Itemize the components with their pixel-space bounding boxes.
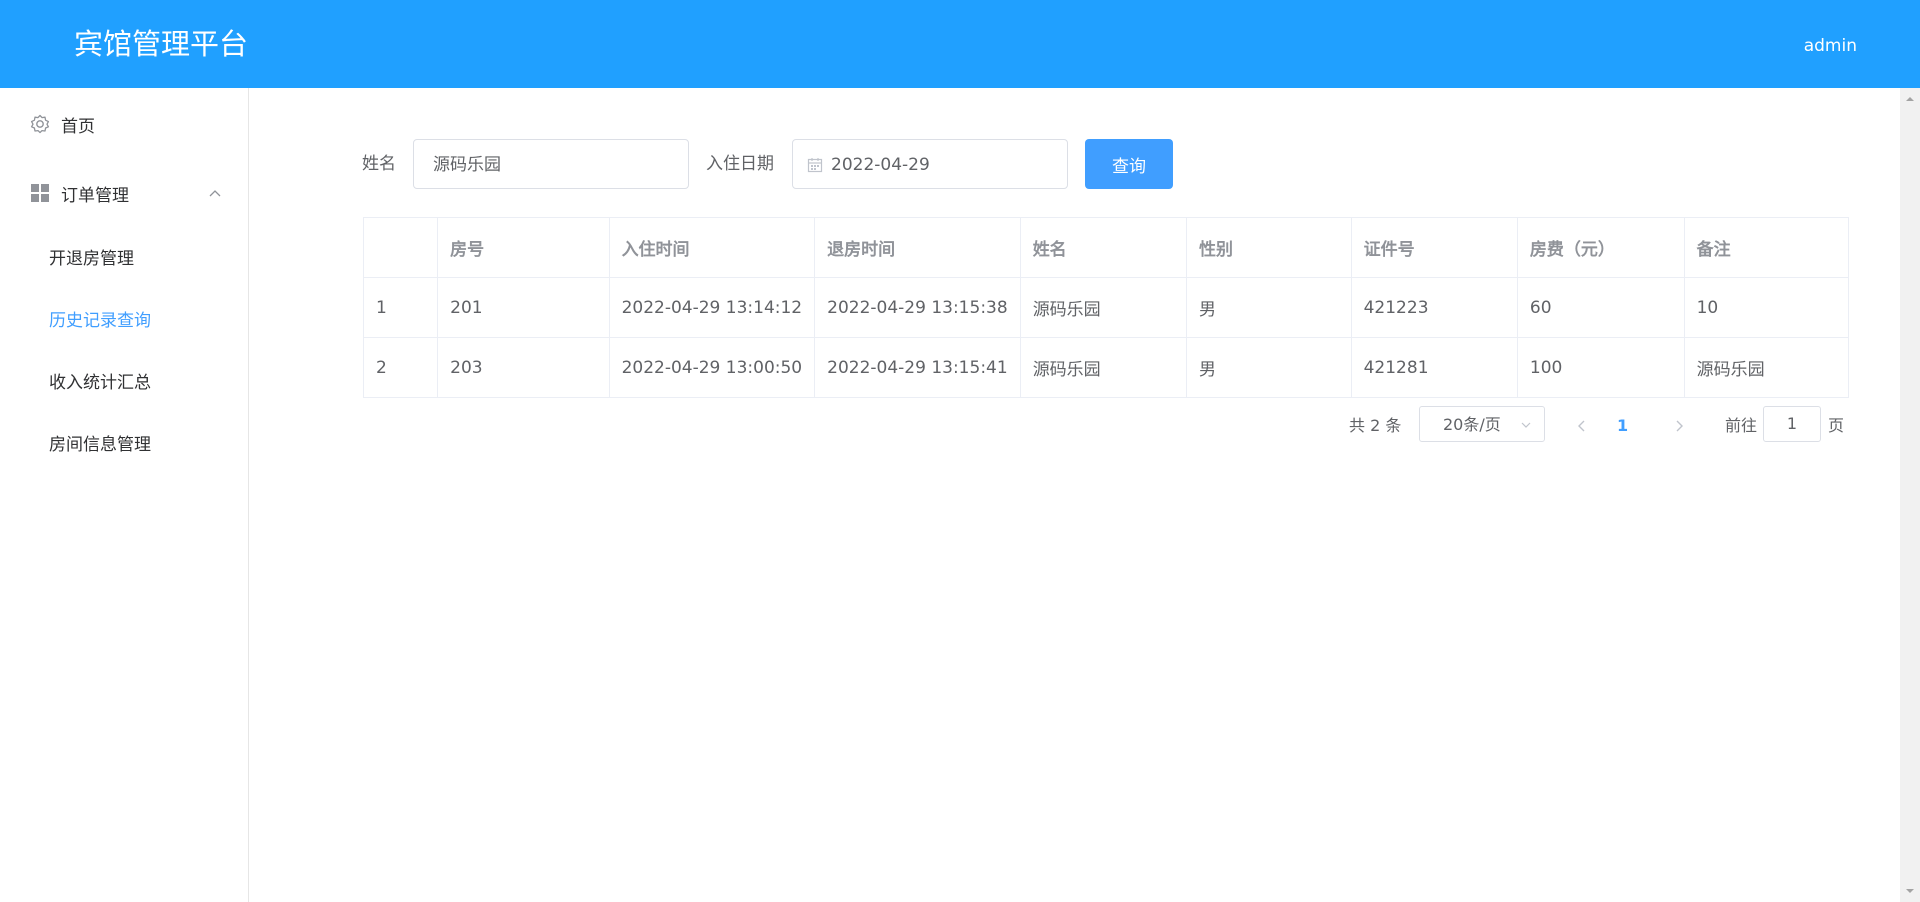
cell-checkin: 2022-04-29 13:14:12 xyxy=(608,277,816,338)
name-input-value: 源码乐园 xyxy=(433,155,501,175)
sidebar-item-rooms[interactable]: 房间信息管理 xyxy=(0,414,248,476)
calendar-icon xyxy=(807,158,823,173)
sidebar-item-checkin[interactable]: 开退房管理 xyxy=(0,228,248,290)
history-table: 房号 入住时间 退房时间 姓名 性别 证件号 房费（元） 备注 1 201 20… xyxy=(362,217,1850,398)
cell-checkout: 2022-04-29 13:15:41 xyxy=(814,337,1021,398)
page-size-select[interactable]: 20条/页 xyxy=(1419,406,1545,442)
sidebar-item-orders[interactable]: 订单管理 xyxy=(0,163,248,223)
sidebar-item-label: 订单管理 xyxy=(61,185,129,206)
cell-index: 2 xyxy=(362,337,439,398)
sidebar-item-label: 房间信息管理 xyxy=(49,435,151,455)
table-header-row: 房号 入住时间 退房时间 姓名 性别 证件号 房费（元） 备注 xyxy=(362,217,1850,278)
pager-total: 共 2 条 xyxy=(1349,416,1402,435)
top-header: 宾馆管理平台 admin xyxy=(0,0,1920,88)
cell-index: 1 xyxy=(362,277,439,338)
col-name-header: 姓名 xyxy=(1019,217,1188,278)
cell-id: 421223 xyxy=(1350,277,1518,338)
query-button[interactable]: 查询 xyxy=(1085,139,1173,189)
name-label: 姓名 xyxy=(362,154,396,174)
main-content: 姓名 源码乐园 入住日期 2022-04-29 查询 房号 入住时间 退房时间 xyxy=(250,88,1900,902)
col-note-header: 备注 xyxy=(1683,217,1850,278)
cell-room: 203 xyxy=(437,337,610,398)
scroll-up-icon[interactable] xyxy=(1905,94,1915,104)
chevron-down-icon xyxy=(1521,422,1531,428)
gear-icon xyxy=(30,114,50,134)
prev-page-icon[interactable] xyxy=(1575,414,1589,438)
col-gender-header: 性别 xyxy=(1186,217,1352,278)
cell-name: 源码乐园 xyxy=(1019,337,1188,398)
cell-name: 源码乐园 xyxy=(1019,277,1188,338)
scroll-down-icon[interactable] xyxy=(1905,886,1915,896)
col-fee-header: 房费（元） xyxy=(1516,217,1685,278)
next-page-icon[interactable] xyxy=(1672,414,1686,438)
cell-id: 421281 xyxy=(1350,337,1518,398)
table-row: 1 201 2022-04-29 13:14:12 2022-04-29 13:… xyxy=(362,277,1850,338)
goto-page-input[interactable]: 1 xyxy=(1763,406,1821,442)
cell-fee: 60 xyxy=(1516,277,1685,338)
page-number-current[interactable]: 1 xyxy=(1617,414,1628,438)
sidebar: 首页 订单管理 开退房管理 历史记录查询 收入统计汇总 房间信息管理 xyxy=(0,88,249,902)
sidebar-item-history[interactable]: 历史记录查询 xyxy=(0,290,248,352)
vertical-scrollbar[interactable] xyxy=(1900,88,1920,902)
col-index-header xyxy=(362,217,439,278)
name-input[interactable]: 源码乐园 xyxy=(413,139,689,189)
sidebar-item-label: 开退房管理 xyxy=(49,249,134,269)
date-picker[interactable]: 2022-04-29 xyxy=(792,139,1068,189)
col-id-header: 证件号 xyxy=(1350,217,1518,278)
table-row: 2 203 2022-04-29 13:00:50 2022-04-29 13:… xyxy=(362,337,1850,398)
app-title: 宾馆管理平台 xyxy=(74,27,249,61)
cell-fee: 100 xyxy=(1516,337,1685,398)
chevron-up-icon xyxy=(209,190,221,197)
cell-checkin: 2022-04-29 13:00:50 xyxy=(608,337,816,398)
date-label: 入住日期 xyxy=(706,154,774,174)
cell-gender: 男 xyxy=(1186,337,1352,398)
date-input-value: 2022-04-29 xyxy=(831,155,930,175)
cell-note: 10 xyxy=(1683,277,1850,338)
sidebar-item-label: 历史记录查询 xyxy=(49,311,151,331)
goto-label: 前往 xyxy=(1725,416,1758,435)
cell-note: 源码乐园 xyxy=(1683,337,1850,398)
col-checkin-header: 入住时间 xyxy=(608,217,816,278)
page-size-value: 20条/页 xyxy=(1443,415,1501,434)
page-unit-label: 页 xyxy=(1828,416,1845,435)
col-checkout-header: 退房时间 xyxy=(814,217,1021,278)
user-name[interactable]: admin xyxy=(1804,34,1857,58)
grid-icon xyxy=(31,184,49,202)
sidebar-item-income[interactable]: 收入统计汇总 xyxy=(0,352,248,414)
cell-room: 201 xyxy=(437,277,610,338)
sidebar-item-label: 首页 xyxy=(61,116,95,137)
cell-gender: 男 xyxy=(1186,277,1352,338)
cell-checkout: 2022-04-29 13:15:38 xyxy=(814,277,1021,338)
sidebar-item-home[interactable]: 首页 xyxy=(0,94,248,154)
sidebar-item-label: 收入统计汇总 xyxy=(49,373,151,393)
col-room-header: 房号 xyxy=(437,217,610,278)
